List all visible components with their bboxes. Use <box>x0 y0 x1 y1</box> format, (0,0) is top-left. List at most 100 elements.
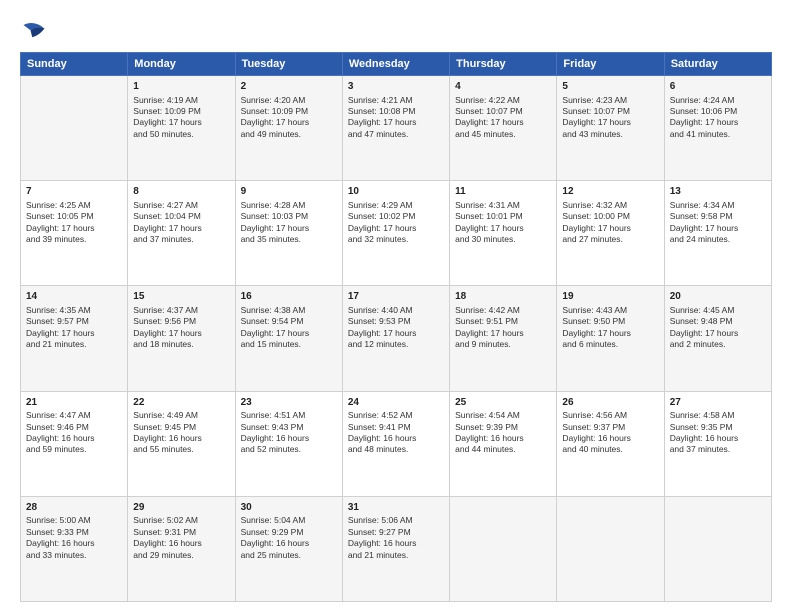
day-cell: 10Sunrise: 4:29 AM Sunset: 10:02 PM Dayl… <box>342 181 449 286</box>
header-cell-saturday: Saturday <box>664 53 771 76</box>
day-info: Sunrise: 4:45 AM Sunset: 9:48 PM Dayligh… <box>670 305 766 351</box>
day-cell: 13Sunrise: 4:34 AM Sunset: 9:58 PM Dayli… <box>664 181 771 286</box>
day-cell: 17Sunrise: 4:40 AM Sunset: 9:53 PM Dayli… <box>342 286 449 391</box>
day-number: 5 <box>562 80 658 94</box>
day-info: Sunrise: 4:32 AM Sunset: 10:00 PM Daylig… <box>562 200 658 246</box>
day-number: 14 <box>26 290 122 304</box>
day-info: Sunrise: 4:42 AM Sunset: 9:51 PM Dayligh… <box>455 305 551 351</box>
day-cell: 23Sunrise: 4:51 AM Sunset: 9:43 PM Dayli… <box>235 391 342 496</box>
day-info: Sunrise: 5:04 AM Sunset: 9:29 PM Dayligh… <box>241 515 337 561</box>
day-number: 9 <box>241 185 337 199</box>
week-row-1: 1Sunrise: 4:19 AM Sunset: 10:09 PM Dayli… <box>21 76 772 181</box>
week-row-4: 21Sunrise: 4:47 AM Sunset: 9:46 PM Dayli… <box>21 391 772 496</box>
day-number: 28 <box>26 501 122 515</box>
day-info: Sunrise: 4:52 AM Sunset: 9:41 PM Dayligh… <box>348 410 444 456</box>
day-number: 24 <box>348 396 444 410</box>
day-cell: 29Sunrise: 5:02 AM Sunset: 9:31 PM Dayli… <box>128 496 235 601</box>
day-info: Sunrise: 4:22 AM Sunset: 10:07 PM Daylig… <box>455 95 551 141</box>
day-cell <box>21 76 128 181</box>
day-number: 16 <box>241 290 337 304</box>
header-cell-sunday: Sunday <box>21 53 128 76</box>
header-cell-thursday: Thursday <box>450 53 557 76</box>
header-cell-friday: Friday <box>557 53 664 76</box>
day-cell: 3Sunrise: 4:21 AM Sunset: 10:08 PM Dayli… <box>342 76 449 181</box>
day-number: 1 <box>133 80 229 94</box>
day-info: Sunrise: 4:43 AM Sunset: 9:50 PM Dayligh… <box>562 305 658 351</box>
day-info: Sunrise: 4:38 AM Sunset: 9:54 PM Dayligh… <box>241 305 337 351</box>
day-info: Sunrise: 4:56 AM Sunset: 9:37 PM Dayligh… <box>562 410 658 456</box>
day-info: Sunrise: 4:24 AM Sunset: 10:06 PM Daylig… <box>670 95 766 141</box>
day-cell: 31Sunrise: 5:06 AM Sunset: 9:27 PM Dayli… <box>342 496 449 601</box>
day-cell: 14Sunrise: 4:35 AM Sunset: 9:57 PM Dayli… <box>21 286 128 391</box>
day-cell <box>557 496 664 601</box>
day-cell: 25Sunrise: 4:54 AM Sunset: 9:39 PM Dayli… <box>450 391 557 496</box>
day-info: Sunrise: 4:51 AM Sunset: 9:43 PM Dayligh… <box>241 410 337 456</box>
day-info: Sunrise: 4:37 AM Sunset: 9:56 PM Dayligh… <box>133 305 229 351</box>
day-cell: 26Sunrise: 4:56 AM Sunset: 9:37 PM Dayli… <box>557 391 664 496</box>
day-cell: 28Sunrise: 5:00 AM Sunset: 9:33 PM Dayli… <box>21 496 128 601</box>
day-number: 13 <box>670 185 766 199</box>
day-cell: 2Sunrise: 4:20 AM Sunset: 10:09 PM Dayli… <box>235 76 342 181</box>
day-number: 11 <box>455 185 551 199</box>
day-cell: 12Sunrise: 4:32 AM Sunset: 10:00 PM Dayl… <box>557 181 664 286</box>
header-row: SundayMondayTuesdayWednesdayThursdayFrid… <box>21 53 772 76</box>
day-cell: 11Sunrise: 4:31 AM Sunset: 10:01 PM Dayl… <box>450 181 557 286</box>
day-number: 27 <box>670 396 766 410</box>
logo <box>20 18 52 46</box>
day-number: 29 <box>133 501 229 515</box>
day-number: 12 <box>562 185 658 199</box>
day-number: 10 <box>348 185 444 199</box>
day-info: Sunrise: 4:49 AM Sunset: 9:45 PM Dayligh… <box>133 410 229 456</box>
header-cell-wednesday: Wednesday <box>342 53 449 76</box>
day-number: 17 <box>348 290 444 304</box>
day-number: 6 <box>670 80 766 94</box>
day-number: 8 <box>133 185 229 199</box>
day-info: Sunrise: 4:34 AM Sunset: 9:58 PM Dayligh… <box>670 200 766 246</box>
day-info: Sunrise: 5:00 AM Sunset: 9:33 PM Dayligh… <box>26 515 122 561</box>
day-cell: 15Sunrise: 4:37 AM Sunset: 9:56 PM Dayli… <box>128 286 235 391</box>
day-cell: 6Sunrise: 4:24 AM Sunset: 10:06 PM Dayli… <box>664 76 771 181</box>
day-info: Sunrise: 5:06 AM Sunset: 9:27 PM Dayligh… <box>348 515 444 561</box>
day-cell: 7Sunrise: 4:25 AM Sunset: 10:05 PM Dayli… <box>21 181 128 286</box>
day-cell <box>664 496 771 601</box>
header-cell-monday: Monday <box>128 53 235 76</box>
week-row-5: 28Sunrise: 5:00 AM Sunset: 9:33 PM Dayli… <box>21 496 772 601</box>
day-cell: 30Sunrise: 5:04 AM Sunset: 9:29 PM Dayli… <box>235 496 342 601</box>
day-number: 26 <box>562 396 658 410</box>
day-info: Sunrise: 4:23 AM Sunset: 10:07 PM Daylig… <box>562 95 658 141</box>
day-cell: 18Sunrise: 4:42 AM Sunset: 9:51 PM Dayli… <box>450 286 557 391</box>
day-cell: 9Sunrise: 4:28 AM Sunset: 10:03 PM Dayli… <box>235 181 342 286</box>
day-cell: 1Sunrise: 4:19 AM Sunset: 10:09 PM Dayli… <box>128 76 235 181</box>
day-info: Sunrise: 4:29 AM Sunset: 10:02 PM Daylig… <box>348 200 444 246</box>
day-info: Sunrise: 4:21 AM Sunset: 10:08 PM Daylig… <box>348 95 444 141</box>
day-info: Sunrise: 4:20 AM Sunset: 10:09 PM Daylig… <box>241 95 337 141</box>
day-info: Sunrise: 4:40 AM Sunset: 9:53 PM Dayligh… <box>348 305 444 351</box>
logo-icon <box>20 18 48 46</box>
day-number: 18 <box>455 290 551 304</box>
day-info: Sunrise: 4:35 AM Sunset: 9:57 PM Dayligh… <box>26 305 122 351</box>
day-cell: 4Sunrise: 4:22 AM Sunset: 10:07 PM Dayli… <box>450 76 557 181</box>
calendar-table: SundayMondayTuesdayWednesdayThursdayFrid… <box>20 52 772 602</box>
day-number: 4 <box>455 80 551 94</box>
day-info: Sunrise: 4:19 AM Sunset: 10:09 PM Daylig… <box>133 95 229 141</box>
day-cell: 24Sunrise: 4:52 AM Sunset: 9:41 PM Dayli… <box>342 391 449 496</box>
day-info: Sunrise: 5:02 AM Sunset: 9:31 PM Dayligh… <box>133 515 229 561</box>
day-number: 21 <box>26 396 122 410</box>
week-row-3: 14Sunrise: 4:35 AM Sunset: 9:57 PM Dayli… <box>21 286 772 391</box>
week-row-2: 7Sunrise: 4:25 AM Sunset: 10:05 PM Dayli… <box>21 181 772 286</box>
day-cell: 22Sunrise: 4:49 AM Sunset: 9:45 PM Dayli… <box>128 391 235 496</box>
day-cell: 5Sunrise: 4:23 AM Sunset: 10:07 PM Dayli… <box>557 76 664 181</box>
day-number: 7 <box>26 185 122 199</box>
day-info: Sunrise: 4:54 AM Sunset: 9:39 PM Dayligh… <box>455 410 551 456</box>
day-number: 20 <box>670 290 766 304</box>
day-info: Sunrise: 4:25 AM Sunset: 10:05 PM Daylig… <box>26 200 122 246</box>
day-cell <box>450 496 557 601</box>
day-number: 22 <box>133 396 229 410</box>
day-info: Sunrise: 4:58 AM Sunset: 9:35 PM Dayligh… <box>670 410 766 456</box>
day-cell: 27Sunrise: 4:58 AM Sunset: 9:35 PM Dayli… <box>664 391 771 496</box>
day-cell: 20Sunrise: 4:45 AM Sunset: 9:48 PM Dayli… <box>664 286 771 391</box>
day-number: 3 <box>348 80 444 94</box>
day-cell: 16Sunrise: 4:38 AM Sunset: 9:54 PM Dayli… <box>235 286 342 391</box>
day-number: 25 <box>455 396 551 410</box>
day-number: 15 <box>133 290 229 304</box>
